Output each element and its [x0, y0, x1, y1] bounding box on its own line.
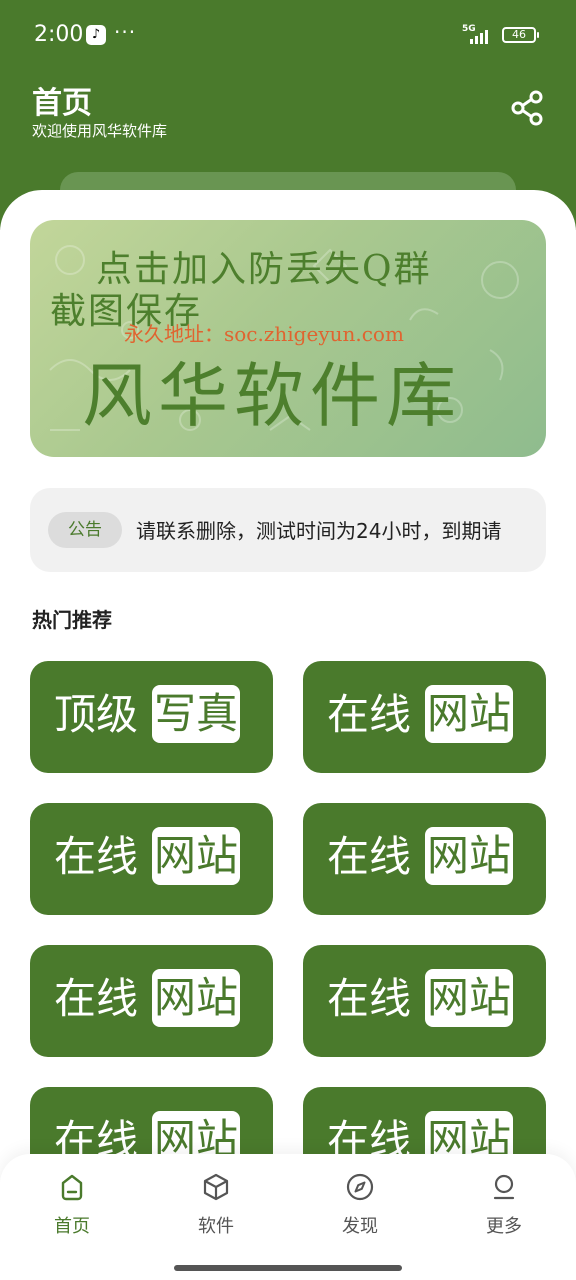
- card-label-left: 在线: [327, 690, 412, 739]
- nav-label: 首页: [54, 1216, 90, 1237]
- card-label-right: 网站: [425, 827, 513, 885]
- nav-item-software[interactable]: 软件: [166, 1172, 266, 1252]
- status-time: 2:00: [34, 22, 84, 47]
- card-label-left: 在线: [327, 974, 412, 1023]
- card-label-right: 网站: [425, 1111, 513, 1154]
- nav-item-home[interactable]: 首页: [22, 1172, 122, 1252]
- compass-icon: [346, 1173, 374, 1201]
- card-label-left: 在线: [327, 832, 412, 881]
- card-label-left: 在线: [54, 1116, 139, 1154]
- section-title: 热门推荐: [32, 608, 112, 632]
- recommend-card[interactable]: 在线 网站: [30, 1087, 273, 1154]
- nav-item-more[interactable]: 更多: [454, 1172, 554, 1252]
- signal-icon: 5G: [462, 24, 496, 46]
- status-bar: 2:00 ♪ ··· 5G 46: [0, 0, 576, 72]
- person-icon: [493, 1174, 515, 1200]
- announcement-text: 请联系删除，测试时间为24小时，到期请: [136, 519, 502, 543]
- recommend-card[interactable]: 在线 网站: [303, 1087, 546, 1154]
- nav-label: 更多: [486, 1216, 522, 1237]
- recommend-card[interactable]: 在线 网站: [30, 803, 273, 915]
- share-icon[interactable]: [508, 88, 548, 128]
- home-indicator[interactable]: [174, 1265, 402, 1271]
- recommend-card[interactable]: 在线 网站: [303, 661, 546, 773]
- more-notifications-icon: ···: [114, 20, 137, 44]
- recommend-card[interactable]: 在线 网站: [303, 945, 546, 1057]
- recommend-card[interactable]: 顶级 写真: [30, 661, 273, 773]
- nav-label: 软件: [198, 1216, 234, 1237]
- card-label-right: 网站: [152, 969, 240, 1027]
- banner-brand-text: 风华软件库: [82, 355, 462, 437]
- nav-label: 发现: [342, 1216, 378, 1237]
- battery-icon: 46: [502, 27, 539, 43]
- announcement-tag: 公告: [48, 512, 122, 548]
- card-label-right: 网站: [425, 685, 513, 743]
- card-label-left: 顶级: [54, 690, 139, 739]
- card-label-right: 写真: [152, 685, 240, 743]
- home-icon: [61, 1174, 83, 1201]
- announcement-bar[interactable]: 公告 请联系删除，测试时间为24小时，到期请: [30, 488, 546, 572]
- recommend-grid: 顶级 写真 在线 网站 在线 网站 在线 网站 在线 网站 在线 网站 在线 网…: [0, 640, 576, 1154]
- card-label-left: 在线: [54, 832, 139, 881]
- card-label-right: 网站: [152, 827, 240, 885]
- cube-icon: [203, 1173, 229, 1201]
- recommend-card[interactable]: 在线 网站: [30, 945, 273, 1057]
- page-subtitle: 欢迎使用风华软件库: [32, 122, 168, 140]
- recommend-card[interactable]: 在线 网站: [303, 803, 546, 915]
- page-title: 首页: [32, 86, 92, 121]
- nav-item-discover[interactable]: 发现: [310, 1172, 410, 1252]
- tiktok-icon: ♪: [86, 25, 106, 45]
- card-label-right: 网站: [425, 969, 513, 1027]
- card-label-right: 网站: [152, 1111, 240, 1154]
- bottom-nav: 首页 软件 发现 更多: [0, 1154, 576, 1280]
- card-label-left: 在线: [54, 974, 139, 1023]
- card-label-left: 在线: [327, 1116, 412, 1154]
